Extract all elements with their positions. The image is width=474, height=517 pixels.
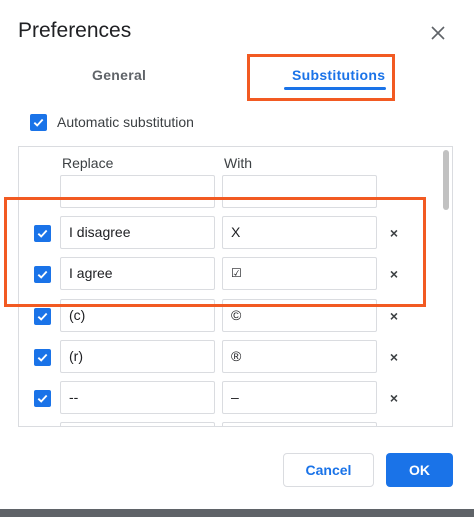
- close-icon[interactable]: [426, 21, 450, 45]
- auto-substitution-label: Automatic substitution: [57, 114, 194, 130]
- row-checkbox[interactable]: [34, 349, 51, 366]
- ok-button[interactable]: OK: [386, 453, 453, 487]
- close-icon[interactable]: ×: [387, 350, 401, 364]
- check-icon: [37, 353, 48, 362]
- replace-input[interactable]: --: [60, 381, 215, 414]
- tab-general[interactable]: General: [92, 67, 146, 83]
- highlight-box-rows: [4, 197, 426, 307]
- auto-substitution-checkbox[interactable]: [30, 114, 47, 131]
- with-input[interactable]: [222, 422, 377, 426]
- replace-input[interactable]: (r): [60, 340, 215, 373]
- row-checkbox[interactable]: [34, 390, 51, 407]
- column-header-replace: Replace: [62, 155, 114, 171]
- replace-input[interactable]: [60, 422, 215, 426]
- check-icon: [37, 312, 48, 321]
- close-icon[interactable]: ×: [387, 391, 401, 405]
- check-icon: [37, 394, 48, 403]
- with-input[interactable]: –: [222, 381, 377, 414]
- scrollbar[interactable]: [443, 150, 449, 210]
- check-icon: [33, 118, 44, 127]
- close-icon[interactable]: ×: [387, 309, 401, 323]
- column-header-with: With: [224, 155, 252, 171]
- dialog-title: Preferences: [18, 19, 132, 42]
- bottom-bar: [0, 509, 474, 517]
- with-input[interactable]: ®: [222, 340, 377, 373]
- cancel-button[interactable]: Cancel: [283, 453, 374, 487]
- highlight-box-tab: [247, 54, 395, 101]
- row-checkbox[interactable]: [34, 308, 51, 325]
